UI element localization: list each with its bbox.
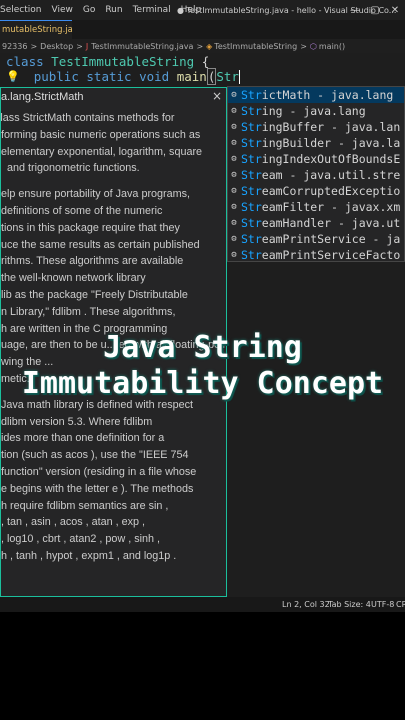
maximize-button[interactable]: ▢ [365, 5, 385, 16]
open-brace: { [201, 54, 210, 69]
keyword-void: void [139, 69, 170, 84]
tab-test-immutable-string[interactable]: mutableString.java 4 [0, 20, 72, 39]
suggestion-label: StreamPrintService - ja [241, 232, 401, 246]
suggestion-label: StrictMath - java.lang [241, 88, 394, 102]
menu-selection[interactable]: Selection [0, 5, 41, 15]
line-ending[interactable]: CR [396, 600, 405, 609]
text-cursor [238, 69, 240, 84]
doc-title: a.lang.StrictMath [1, 91, 84, 103]
encoding[interactable]: UTF-8 [371, 600, 394, 609]
code-line-main[interactable]: 💡 public static void main ( Str [6, 68, 240, 85]
breadcrumb-separator: > [30, 41, 38, 51]
class-icon: ⚙ [231, 90, 237, 100]
close-window-button[interactable]: ✕ [385, 5, 405, 16]
keyword-static: static [86, 69, 132, 84]
suggestion-label: StreamFilter - javax.xm [241, 200, 401, 214]
doc-paragraph: class StrictMath contains methods for fo… [0, 112, 203, 175]
keyword-public: public [33, 69, 79, 84]
class-icon: ⚙ [231, 122, 237, 132]
breadcrumb-class[interactable]: TestImmutableString [214, 42, 297, 51]
suggestion-item[interactable]: ⚙ StringBuilder - java.la [228, 135, 404, 151]
class-icon: ⚙ [231, 234, 237, 244]
suggestion-label: StringBuilder - java.la [241, 136, 401, 150]
overlay-line-1: Java String [103, 330, 302, 365]
menu-go[interactable]: Go [83, 5, 95, 15]
close-icon[interactable]: × [212, 89, 222, 103]
suggestion-item[interactable]: ⚙ Stream - java.util.stre [228, 167, 404, 183]
suggestion-item[interactable]: ⚙ StreamPrintServiceFacto [228, 247, 404, 262]
suggestion-list[interactable]: ⚙ StrictMath - java.lang ⚙ String - java… [227, 86, 405, 262]
menu-terminal[interactable]: Terminal [133, 5, 171, 15]
breadcrumb: 92336 > Desktop > J TestImmutableString.… [0, 39, 405, 53]
video-overlay-title: Java String Immutability Concept [0, 330, 405, 402]
suggestion-item[interactable]: ⚙ StreamCorruptedExceptio [228, 183, 404, 199]
tab-size[interactable]: Tab Size: 4 [328, 600, 371, 609]
breadcrumb-method[interactable]: main() [319, 42, 345, 51]
class-name: TestImmutableString [51, 54, 195, 69]
breadcrumb-file[interactable]: TestImmutableString.java [91, 42, 193, 51]
lightbulb-icon[interactable]: 💡 [6, 70, 20, 83]
doc-paragraph: Java math library is defined with respec… [1, 398, 197, 562]
keyword-class: class [6, 54, 44, 69]
breadcrumb-separator: > [300, 41, 307, 51]
breadcrumb-folder[interactable]: 92336 [2, 42, 27, 51]
cursor-position[interactable]: Ln 2, Col 32 [282, 600, 330, 609]
class-icon: ⚙ [231, 250, 237, 260]
breadcrumb-desktop[interactable]: Desktop [40, 42, 73, 51]
suggestion-label: StreamPrintServiceFacto [241, 248, 401, 262]
minimize-button[interactable]: — [345, 5, 365, 16]
suggestion-item[interactable]: ⚙ StreamPrintService - ja [228, 231, 404, 247]
class-icon: ⚙ [231, 138, 237, 148]
class-icon: ⚙ [231, 154, 237, 164]
menu-run[interactable]: Run [105, 5, 122, 15]
class-icon: ◈ [206, 41, 213, 51]
breadcrumb-separator: > [76, 41, 83, 51]
class-icon: ⚙ [231, 186, 237, 196]
class-icon: ⚙ [231, 170, 237, 180]
suggestion-item[interactable]: ⚙ StringBuffer - java.lan [228, 119, 404, 135]
suggestion-label: StreamCorruptedExceptio [241, 184, 401, 198]
class-icon: ⚙ [231, 106, 237, 116]
overlay-line-2: Immutability Concept [21, 366, 384, 401]
menu-view[interactable]: View [51, 5, 72, 15]
suggestion-label: StreamHandler - java.ut [241, 216, 401, 230]
breadcrumb-separator: > [196, 41, 204, 51]
open-paren: ( [206, 68, 217, 85]
typed-text: Str [216, 69, 239, 84]
suggestion-label: StringIndexOutOfBoundsE [241, 152, 401, 166]
tab-bar: mutableString.java 4 [0, 20, 405, 39]
suggestion-item[interactable]: ⚙ StringIndexOutOfBoundsE [228, 151, 404, 167]
method-name: main [176, 69, 207, 84]
java-file-icon: J [85, 41, 89, 51]
suggestion-label: String - java.lang [241, 104, 366, 118]
class-icon: ⚙ [231, 218, 237, 228]
suggestion-item[interactable]: ⚙ StreamFilter - javax.xm [228, 199, 404, 215]
window-controls: — ▢ ✕ [345, 0, 405, 20]
suggestion-item[interactable]: ⚙ StreamHandler - java.ut [228, 215, 404, 231]
status-bar: Ln 2, Col 32 Tab Size: 4 UTF-8 CR [0, 597, 405, 612]
class-icon: ⚙ [231, 202, 237, 212]
suggestion-label: StringBuffer - java.lan [241, 120, 401, 134]
doc-header: a.lang.StrictMath [1, 88, 226, 106]
method-icon: ⬡ [309, 41, 317, 51]
suggestion-item[interactable]: ⚙ StrictMath - java.lang [228, 87, 404, 103]
suggestion-item[interactable]: ⚙ String - java.lang [228, 103, 404, 119]
suggestion-label: Stream - java.util.stre [241, 168, 401, 182]
